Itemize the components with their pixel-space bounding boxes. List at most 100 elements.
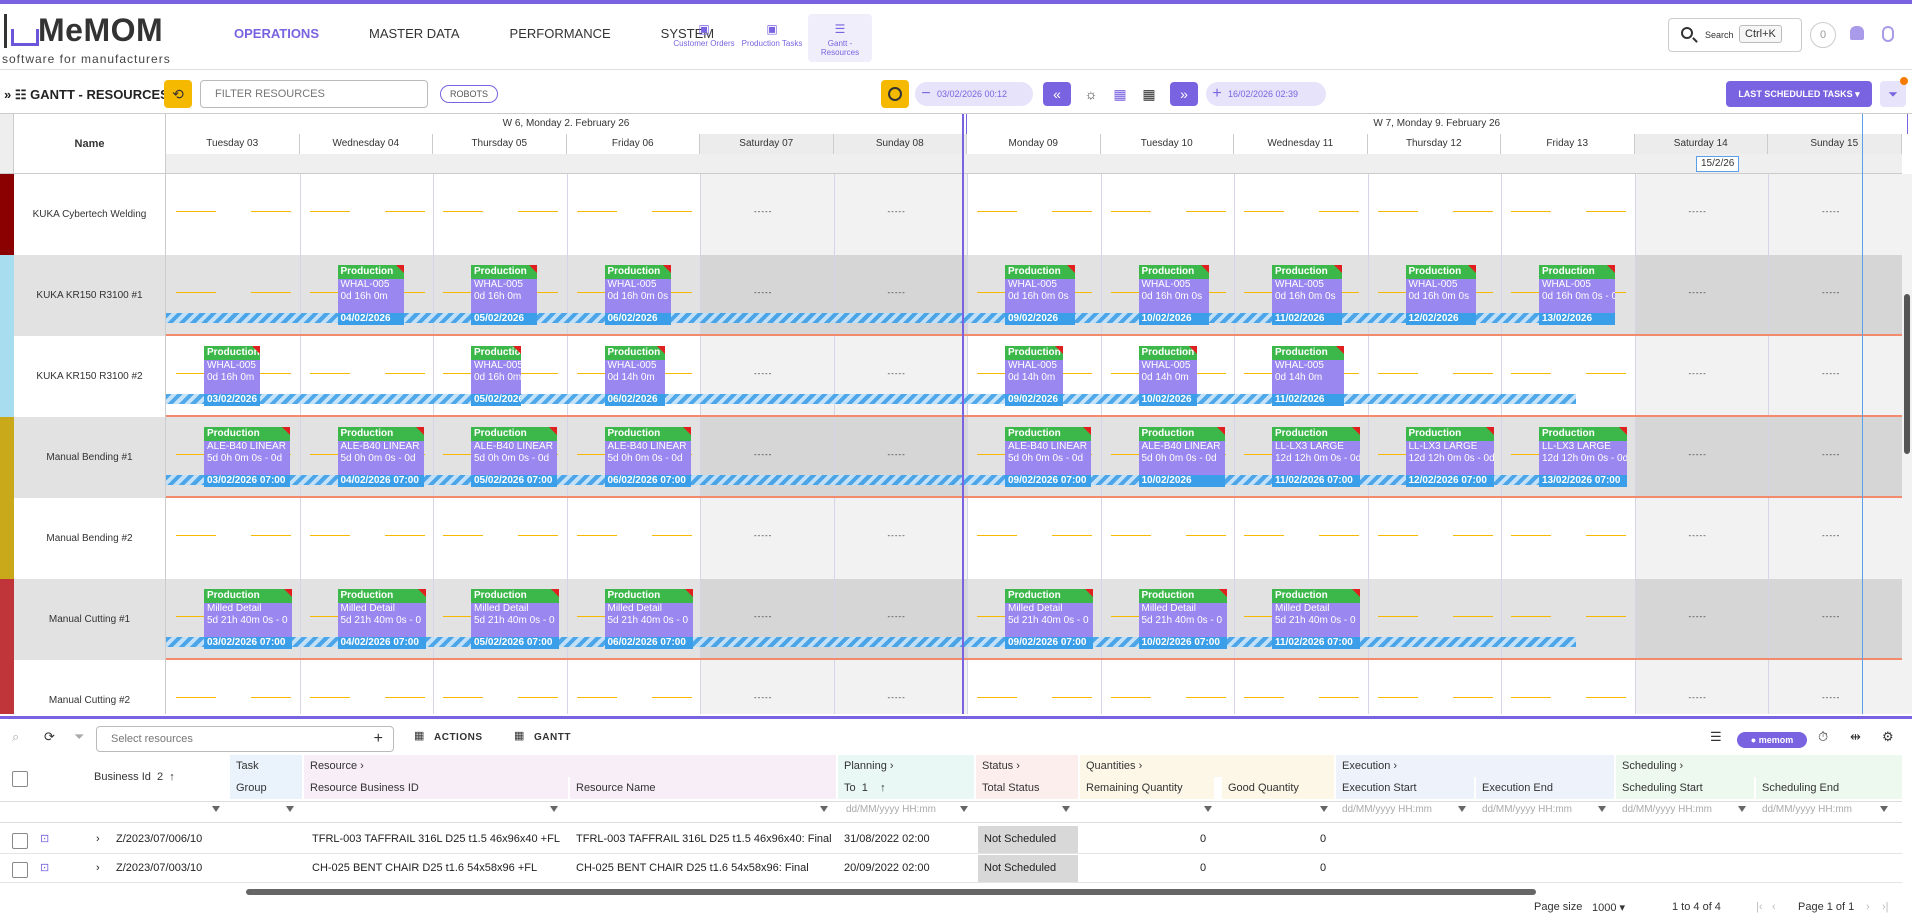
col-scheduling-start[interactable]: Scheduling Start bbox=[1616, 777, 1754, 799]
date-to-pill[interactable]: +16/02/2026 02:39 bbox=[1206, 82, 1326, 106]
gantt-task[interactable]: Production WHAL-005 0d 14h 0m 09/02/2026 bbox=[1005, 346, 1063, 406]
group-execution[interactable]: Execution › bbox=[1336, 755, 1614, 777]
timer-icon[interactable]: ⏱ bbox=[1818, 729, 1828, 745]
gantt-task[interactable]: Production ALE-B40 LINEAR 5d 0h 0m 0s - 0d… bbox=[204, 427, 290, 487]
gantt-task[interactable]: Production WHAL-005 0d 16h 0m 0s 10/02/2026 bbox=[1138, 265, 1209, 325]
group-task[interactable]: Task bbox=[230, 755, 302, 777]
last-scheduled-tasks-button[interactable]: LAST SCHEDULED TASKS ▾ bbox=[1726, 81, 1872, 107]
date-from-pill[interactable]: −03/02/2026 00:12 bbox=[915, 82, 1033, 106]
scheduling-start-filter[interactable]: dd/MM/yyyy HH:mm bbox=[1622, 804, 1712, 815]
gantt-task[interactable]: Production Milled Detail 5d 21h 40m 0s - 0… bbox=[1138, 589, 1227, 649]
week-view-button[interactable]: ▦ bbox=[1106, 82, 1134, 106]
gantt-task[interactable]: Production Milled Detail 5d 21h 40m 0s - 0… bbox=[471, 589, 559, 649]
gantt-task[interactable]: ProductionWHAL-0050d 16h 0m05/02/2026 bbox=[471, 346, 521, 406]
subnav-gantt-resources[interactable]: ☰ Gantt - Resources bbox=[808, 14, 872, 62]
next-page-icon[interactable]: › bbox=[1866, 901, 1870, 913]
group-planning[interactable]: Planning › bbox=[838, 755, 974, 777]
resource-row[interactable]: Manual Cutting #2 ----- ----- ----- ----- bbox=[0, 660, 1902, 714]
subnav-production-tasks[interactable]: ▣ Production Tasks bbox=[740, 14, 804, 62]
open-detail-icon[interactable]: ⊡ bbox=[40, 825, 49, 854]
table-row[interactable]: ⊡ › Z/2023/07/006/10 TFRL-003 TAFFRAIL 3… bbox=[0, 825, 1902, 854]
group-quantities[interactable]: Quantities › bbox=[1080, 755, 1334, 777]
memom-logo[interactable]: MeMOM software for manufacturers bbox=[0, 8, 180, 66]
col-business-id[interactable]: Business Id 2 ↑ bbox=[88, 766, 175, 788]
plus-icon[interactable]: + bbox=[374, 727, 383, 751]
funnel-icon[interactable] bbox=[1204, 806, 1212, 814]
gantt-task[interactable]: Production WHAL-005 0d 14h 0m 10/02/2026 bbox=[1138, 346, 1197, 406]
resource-row[interactable]: KUKA Cybertech Welding ----- ----- ----- ---… bbox=[0, 174, 1902, 255]
nav-master-data[interactable]: MASTER DATA bbox=[369, 26, 460, 41]
col-remaining-quantity[interactable]: Remaining Quantity bbox=[1080, 777, 1214, 799]
gantt-task[interactable]: Production Milled Detail 5d 21h 40m 0s - 0… bbox=[1005, 589, 1093, 649]
bell-icon[interactable] bbox=[1850, 26, 1864, 40]
resource-row[interactable]: KUKA KR150 R3100 #1 ----- ----- ----- ----- P… bbox=[0, 255, 1902, 336]
gear-icon[interactable]: ⚙ bbox=[1882, 729, 1894, 745]
row-checkbox[interactable] bbox=[12, 833, 28, 849]
robots-filter-chip[interactable]: ROBOTS bbox=[440, 85, 499, 103]
gantt-task[interactable]: Production LL-LX3 LARGE 12d 12h 0m 0s - 0d… bbox=[1539, 427, 1627, 487]
funnel-icon[interactable] bbox=[1062, 806, 1070, 814]
gantt-task[interactable]: Production LL-LX3 LARGE 12d 12h 0m 0s - 0d… bbox=[1272, 427, 1360, 487]
funnel-icon[interactable] bbox=[1320, 806, 1328, 814]
group-resource[interactable]: Resource › bbox=[304, 755, 836, 777]
gantt-task[interactable]: Production ALE-B40 LINEAR 5d 0h 0m 0s - 0d… bbox=[604, 427, 691, 487]
search-list-icon[interactable]: ⌕ bbox=[12, 729, 19, 745]
funnel-icon[interactable] bbox=[1880, 806, 1888, 814]
col-resource-business-id[interactable]: Resource Business ID bbox=[304, 777, 568, 799]
gantt-task[interactable]: Production LL-LX3 LARGE 12d 12h 0m 0s - 0d… bbox=[1405, 427, 1494, 487]
gantt-task[interactable]: Production WHAL-005 0d 16h 0m 0s 12/02/2026 bbox=[1405, 265, 1476, 325]
expand-row-icon[interactable]: › bbox=[96, 825, 100, 854]
fit-width-icon[interactable]: ⇹ bbox=[1850, 729, 1861, 745]
actions-menu[interactable]: ACTIONS bbox=[434, 732, 483, 743]
col-execution-start[interactable]: Execution Start bbox=[1336, 777, 1474, 799]
notification-counter[interactable]: 0 bbox=[1810, 22, 1836, 48]
gantt-task[interactable]: Production WHAL-005 0d 16h 0m 0s - 0 13/02/… bbox=[1539, 265, 1615, 325]
col-execution-end[interactable]: Execution End bbox=[1476, 777, 1614, 799]
first-page-icon[interactable]: |‹ bbox=[1756, 901, 1763, 913]
gantt-task[interactable]: Production WHAL-005 0d 16h 0m 0s 11/02/2026 bbox=[1272, 265, 1342, 325]
col-scheduling-end[interactable]: Scheduling End bbox=[1756, 777, 1902, 799]
group-scheduling[interactable]: Scheduling › bbox=[1616, 755, 1902, 777]
gantt-vertical-scrollbar[interactable] bbox=[1902, 174, 1912, 714]
funnel-icon[interactable] bbox=[286, 806, 294, 814]
plus-icon[interactable]: + bbox=[1206, 82, 1228, 106]
gantt-task[interactable]: Production WHAL-005 0d 16h 0m 04/02/2026 bbox=[337, 265, 404, 325]
gantt-task[interactable]: Production WHAL-005 0d 14h 0m 11/02/2026 bbox=[1272, 346, 1344, 406]
locate-now-button[interactable] bbox=[881, 80, 909, 108]
col-total-status[interactable]: Total Status bbox=[976, 777, 1078, 799]
minus-icon[interactable]: − bbox=[915, 82, 937, 106]
refresh-icon[interactable]: ⟳ bbox=[44, 729, 55, 745]
scheduling-end-filter[interactable]: dd/MM/yyyy HH:mm bbox=[1762, 804, 1852, 815]
funnel-icon[interactable]: ⏷ bbox=[74, 729, 84, 745]
col-group[interactable]: Group bbox=[230, 777, 302, 799]
table-row[interactable]: ⊡ › Z/2023/07/003/10 CH-025 BENT CHAIR D… bbox=[0, 854, 1902, 883]
day-view-button[interactable]: ☼ bbox=[1077, 82, 1105, 106]
to-date-filter[interactable]: dd/MM/yyyy HH:mm bbox=[846, 804, 936, 815]
gantt-task[interactable]: Production WHAL-005 0d 16h 0m 0s 09/02/2026 bbox=[1005, 265, 1075, 325]
execution-start-filter[interactable]: dd/MM/yyyy HH:mm bbox=[1342, 804, 1432, 815]
nav-performance[interactable]: PERFORMANCE bbox=[510, 26, 611, 41]
gantt-task[interactable]: Production ALE-B40 LINEAR 5d 0h 0m 0s - 0d… bbox=[471, 427, 557, 487]
gantt-task[interactable]: Production Milled Detail 5d 21h 40m 0s - 0… bbox=[337, 589, 426, 649]
scrollbar-thumb[interactable] bbox=[1904, 294, 1910, 454]
execution-end-filter[interactable]: dd/MM/yyyy HH:mm bbox=[1482, 804, 1572, 815]
refresh-button[interactable]: ⟲ bbox=[164, 80, 192, 108]
global-search[interactable]: Search Ctrl+K bbox=[1668, 18, 1802, 52]
gantt-task[interactable]: ProductionWHAL-0050d 16h 0m05/02/2026 bbox=[471, 265, 537, 325]
last-page-icon[interactable]: ›| bbox=[1882, 901, 1889, 913]
funnel-icon[interactable] bbox=[820, 806, 828, 814]
memom-user-chip[interactable]: ● memom bbox=[1737, 732, 1807, 748]
list-icon[interactable]: ☰ bbox=[1710, 729, 1722, 745]
select-all-checkbox[interactable] bbox=[12, 771, 28, 787]
gantt-task[interactable]: Production WHAL-005 0d 16h 0m 03/02/2026 bbox=[204, 346, 260, 406]
select-resources-input[interactable]: Select resources + bbox=[96, 726, 394, 752]
expand-icon[interactable]: » bbox=[4, 87, 11, 102]
col-resource-name[interactable]: Resource Name bbox=[570, 777, 836, 799]
gantt-task[interactable]: Production Milled Detail 5d 21h 40m 0s - 0… bbox=[1272, 589, 1360, 649]
prev-page-icon[interactable]: ‹ bbox=[1772, 901, 1776, 913]
resource-row[interactable]: KUKA KR150 R3100 #2 ----- ----- ----- ----- P… bbox=[0, 336, 1902, 417]
col-to[interactable]: To 1 ↑ bbox=[838, 777, 974, 799]
funnel-icon[interactable] bbox=[960, 806, 968, 814]
funnel-icon[interactable] bbox=[550, 806, 558, 814]
funnel-icon[interactable] bbox=[1598, 806, 1606, 814]
